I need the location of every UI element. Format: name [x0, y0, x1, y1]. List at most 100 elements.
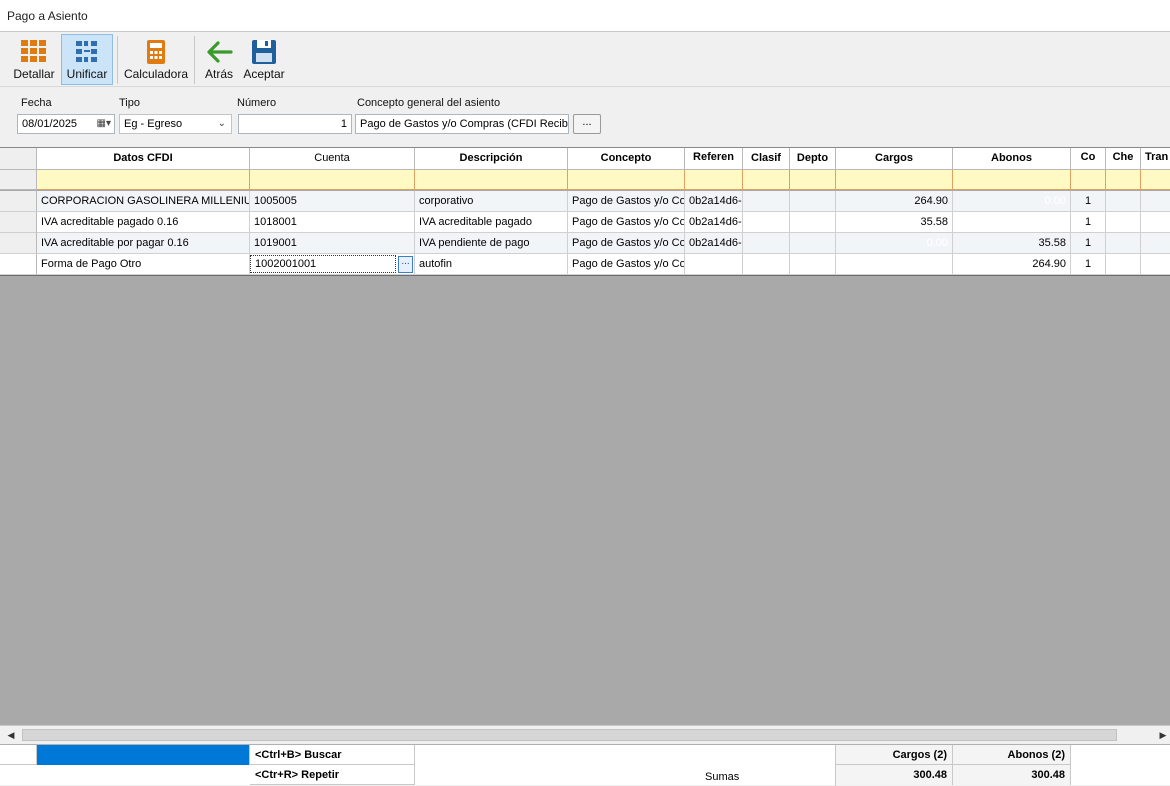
buscar-shortcut[interactable]: <Ctrl+B> Buscar [250, 745, 415, 765]
concepto-general-field[interactable]: Pago de Gastos y/o Compras (CFDI Recibi [355, 114, 569, 134]
cell-referencia[interactable] [685, 254, 743, 275]
table-row[interactable]: IVA acreditable por pagar 0.16 1019001 I… [0, 233, 1170, 254]
cell-depto[interactable] [790, 254, 836, 275]
cell-clasificacion[interactable] [743, 254, 790, 275]
cell-cheque[interactable] [1106, 212, 1141, 233]
repetir-shortcut[interactable]: <Ctr+R> Repetir [250, 765, 415, 785]
filter-abonos[interactable] [953, 170, 1071, 190]
cell-cheque[interactable] [1106, 191, 1141, 212]
atras-button[interactable]: Atrás [201, 34, 237, 85]
col-header-clasificacion[interactable]: Clasif [743, 148, 790, 170]
concepto-ellipsis-button[interactable]: ... [573, 114, 601, 134]
table-row[interactable]: IVA acreditable pagado 0.16 1018001 IVA … [0, 212, 1170, 233]
filter-clasificacion[interactable] [743, 170, 790, 190]
filter-co[interactable] [1071, 170, 1106, 190]
detallar-button[interactable]: Detallar [10, 34, 58, 85]
filter-referencia[interactable] [685, 170, 743, 190]
filter-transaccion[interactable] [1141, 170, 1170, 190]
cell-concepto[interactable]: Pago de Gastos y/o Co [568, 191, 685, 212]
cell-cargos[interactable]: 35.58 [836, 212, 953, 233]
col-header-abonos[interactable]: Abonos [953, 148, 1071, 170]
filter-datos-cfdi[interactable] [37, 170, 250, 190]
cell-datos-cfdi[interactable]: Forma de Pago Otro [37, 254, 250, 275]
cell-referencia[interactable]: 0b2a14d6- [685, 212, 743, 233]
col-header-cheque[interactable]: Che [1106, 148, 1141, 170]
cell-datos-cfdi[interactable]: IVA acreditable por pagar 0.16 [37, 233, 250, 254]
cell-co[interactable]: 1 [1071, 191, 1106, 212]
row-selector[interactable] [0, 233, 37, 254]
cell-abonos[interactable]: 0.00 [953, 191, 1071, 212]
cell-transaccion[interactable] [1141, 233, 1170, 254]
cell-concepto[interactable]: Pago de Gastos y/o Co [568, 233, 685, 254]
cell-cuenta-editing[interactable]: 1002001001 ... [250, 254, 415, 275]
cell-descripcion[interactable]: corporativo [415, 191, 568, 212]
table-row[interactable]: CORPORACION GASOLINERA MILLENIUM ( 10050… [0, 191, 1170, 212]
cell-cuenta[interactable]: 1019001 [250, 233, 415, 254]
cell-abonos[interactable]: 35.58 [953, 233, 1071, 254]
cell-depto[interactable] [790, 233, 836, 254]
cell-cheque[interactable] [1106, 233, 1141, 254]
title-bar: Pago a Asiento [0, 0, 1170, 32]
cell-depto[interactable] [790, 191, 836, 212]
filter-concepto[interactable] [568, 170, 685, 190]
row-selector[interactable] [0, 254, 37, 275]
cell-concepto[interactable]: Pago de Gastos y/o Co [568, 254, 685, 275]
cell-depto[interactable] [790, 212, 836, 233]
col-header-cargos[interactable]: Cargos [836, 148, 953, 170]
cell-cargos[interactable] [836, 254, 953, 275]
cuenta-edit-input[interactable]: 1002001001 [250, 255, 396, 273]
cell-datos-cfdi[interactable]: IVA acreditable pagado 0.16 [37, 212, 250, 233]
cell-co[interactable]: 1 [1071, 233, 1106, 254]
row-selector[interactable] [0, 191, 37, 212]
cell-transaccion[interactable] [1141, 191, 1170, 212]
cell-cargos[interactable]: 264.90 [836, 191, 953, 212]
col-header-cuenta[interactable]: Cuenta [250, 148, 415, 170]
col-header-co[interactable]: Co [1071, 148, 1106, 170]
horizontal-scrollbar[interactable]: ◀ ▶ [0, 725, 1170, 743]
tipo-select[interactable]: Eg - Egreso ⌄ [119, 114, 232, 134]
scroll-left-icon[interactable]: ◀ [3, 728, 19, 742]
cell-concepto[interactable]: Pago de Gastos y/o Co [568, 212, 685, 233]
row-selector[interactable] [0, 212, 37, 233]
cell-cuenta[interactable]: 1018001 [250, 212, 415, 233]
cell-descripcion[interactable]: IVA pendiente de pago [415, 233, 568, 254]
filter-cargos[interactable] [836, 170, 953, 190]
cell-cuenta[interactable]: 1005005 [250, 191, 415, 212]
cell-transaccion[interactable] [1141, 212, 1170, 233]
filter-descripcion[interactable] [415, 170, 568, 190]
cell-abonos[interactable] [953, 212, 1071, 233]
cuenta-lookup-button[interactable]: ... [398, 256, 413, 273]
cell-abonos[interactable]: 264.90 [953, 254, 1071, 275]
cell-cargos[interactable]: 0.00 [836, 233, 953, 254]
table-row[interactable]: Forma de Pago Otro 1002001001 ... autofi… [0, 254, 1170, 275]
cell-referencia[interactable]: 0b2a14d6- [685, 233, 743, 254]
cell-descripcion[interactable]: autofin [415, 254, 568, 275]
scroll-thumb[interactable] [22, 729, 1117, 741]
col-header-descripcion[interactable]: Descripción [415, 148, 568, 170]
calculadora-button[interactable]: Calculadora [122, 34, 190, 85]
cell-co[interactable]: 1 [1071, 212, 1106, 233]
cell-co[interactable]: 1 [1071, 254, 1106, 275]
col-header-referencia[interactable]: Referen [685, 148, 743, 170]
numero-field[interactable]: 1 [238, 114, 352, 134]
cell-cheque[interactable] [1106, 254, 1141, 275]
fecha-field[interactable]: 08/01/2025 ▦▾ [17, 114, 115, 134]
filter-cheque[interactable] [1106, 170, 1141, 190]
col-header-depto[interactable]: Depto [790, 148, 836, 170]
cell-clasificacion[interactable] [743, 233, 790, 254]
filter-cuenta[interactable] [250, 170, 415, 190]
col-header-concepto[interactable]: Concepto [568, 148, 685, 170]
cell-clasificacion[interactable] [743, 191, 790, 212]
cell-clasificacion[interactable] [743, 212, 790, 233]
calendar-dropdown-icon[interactable]: ▦▾ [97, 115, 111, 133]
cell-referencia[interactable]: 0b2a14d6- [685, 191, 743, 212]
col-header-transaccion[interactable]: Tran [1141, 148, 1170, 170]
col-header-datos-cfdi[interactable]: Datos CFDI [37, 148, 250, 170]
filter-depto[interactable] [790, 170, 836, 190]
cell-datos-cfdi[interactable]: CORPORACION GASOLINERA MILLENIUM ( [37, 191, 250, 212]
aceptar-button[interactable]: Aceptar [241, 34, 287, 85]
unificar-button[interactable]: Unificar [61, 34, 113, 85]
cell-descripcion[interactable]: IVA acreditable pagado [415, 212, 568, 233]
scroll-right-icon[interactable]: ▶ [1155, 728, 1170, 742]
cell-transaccion[interactable] [1141, 254, 1170, 275]
